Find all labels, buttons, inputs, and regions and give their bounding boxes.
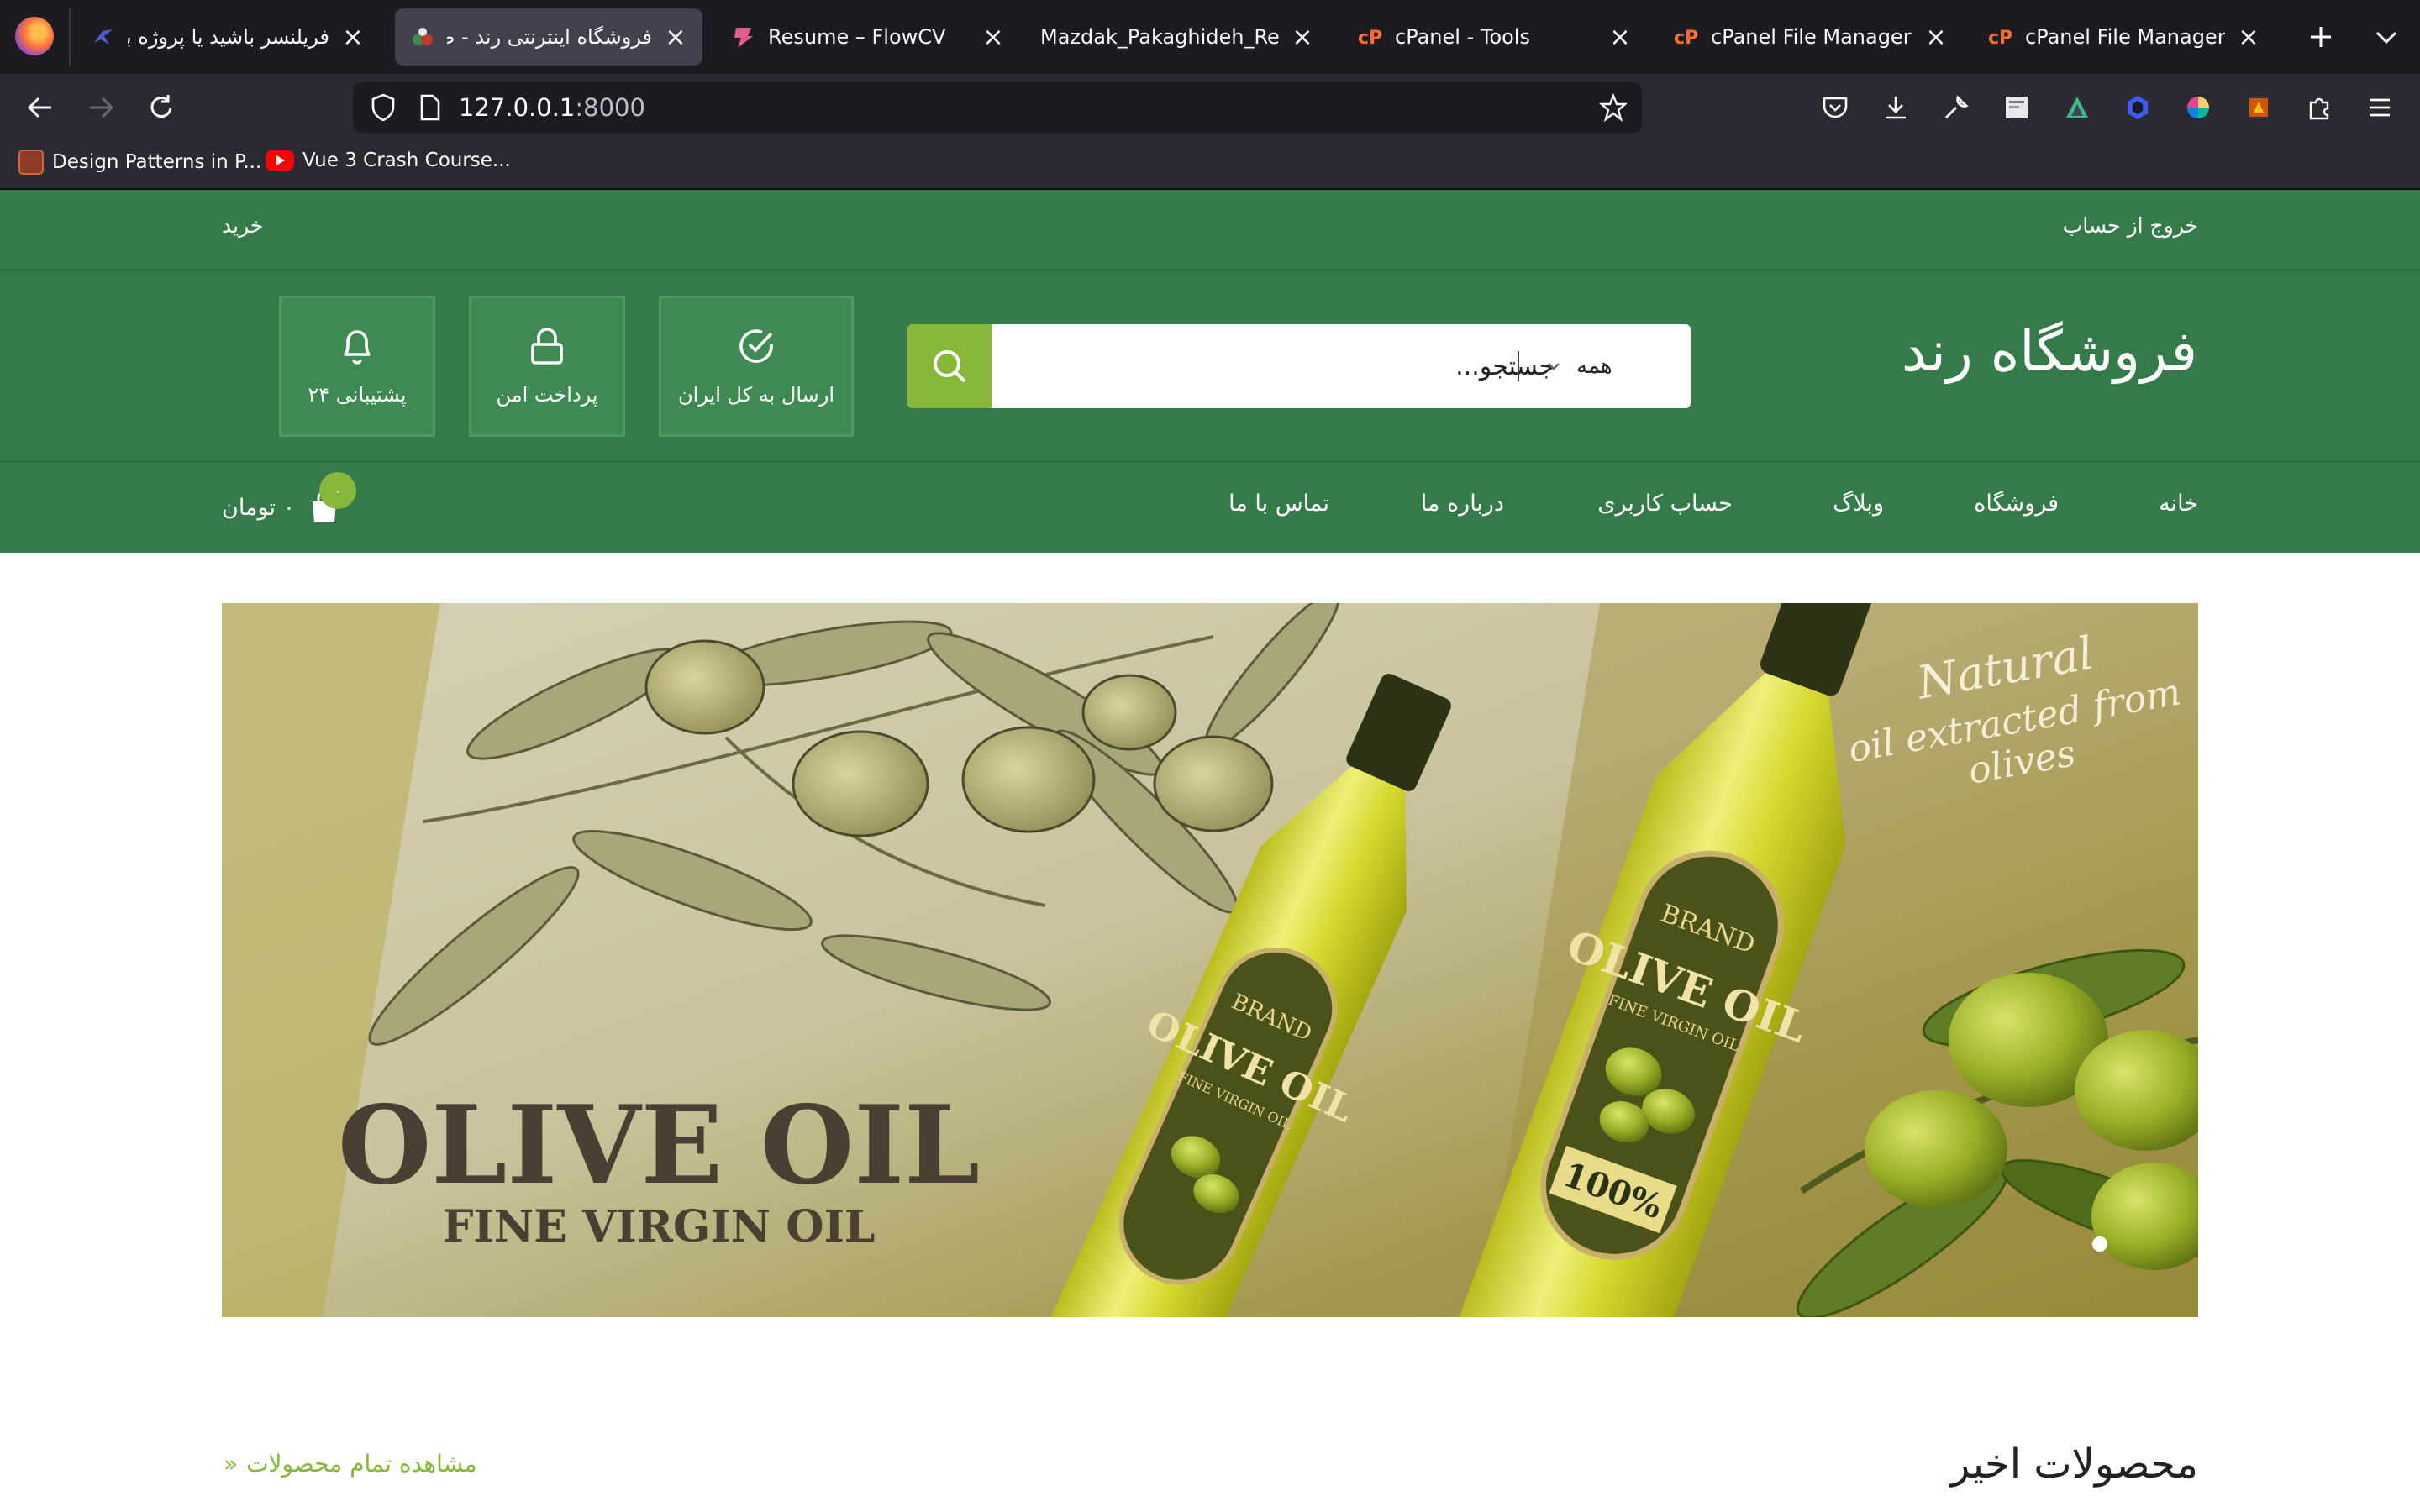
extension-flame-icon[interactable] xyxy=(2244,92,2274,123)
tab-flowcv[interactable]: Resume – FlowCV × xyxy=(716,8,1020,66)
url-host: 127.0.0.1 xyxy=(459,93,576,122)
color-picker-icon[interactable] xyxy=(2183,92,2213,123)
feature-secure-payment: پرداخت امن xyxy=(469,296,625,437)
nav-blog[interactable]: وبلاگ xyxy=(1833,491,1884,517)
shop-link[interactable]: خرید xyxy=(222,213,263,238)
bell-icon xyxy=(344,330,371,365)
extension-tree-icon[interactable] xyxy=(2062,92,2092,123)
nav-shop[interactable]: فروشگاه xyxy=(1974,491,2059,517)
extension-hexagon-icon[interactable] xyxy=(2123,92,2153,123)
banner-image: BRAND OLIVE OIL FINE VIRGIN OIL BRAND OL… xyxy=(222,603,2198,1317)
cpanel-favicon-icon: cP xyxy=(1358,24,1383,50)
nav-about[interactable]: درباره ما xyxy=(1421,491,1504,517)
list-tabs-chevron-down-icon[interactable] xyxy=(2366,17,2407,57)
extensions-puzzle-icon[interactable] xyxy=(2304,92,2334,123)
bookmark-favicon-icon xyxy=(18,150,44,175)
firefox-view-icon[interactable] xyxy=(15,17,54,55)
close-tab-icon[interactable]: × xyxy=(1608,23,1632,52)
tab-freelancer[interactable]: فریلنسر باشید یا پروژه برون‌سپا × xyxy=(76,8,380,66)
tab-title: Mazdak_Pakaghideh_Resume xyxy=(1040,25,1279,49)
bookmark-star-icon[interactable] xyxy=(1593,87,1634,128)
tab-rand-shop[interactable]: فروشگاه اینترنتی رند - صفحه ا × xyxy=(395,8,702,66)
search-divider xyxy=(1518,351,1519,381)
back-arrow-icon[interactable] xyxy=(20,87,60,128)
hamburger-menu-icon[interactable] xyxy=(2365,92,2395,123)
wrench-icon[interactable] xyxy=(1941,92,1971,123)
tab-title: فریلنسر باشید یا پروژه برون‌سپا xyxy=(128,25,329,49)
slider-dot[interactable] xyxy=(2092,1236,2107,1252)
page-icon[interactable] xyxy=(410,87,450,128)
cart-count-badge: ۰ xyxy=(319,472,356,509)
feature-nationwide-shipping: ارسال به کل ایران xyxy=(659,296,854,437)
close-tab-icon[interactable]: × xyxy=(981,23,1005,52)
feature-support-24: پشتیبانی ۲۴ xyxy=(279,296,435,437)
tab-separator xyxy=(69,8,71,66)
bookmark-vue-crash-course[interactable]: Vue 3 Crash Course... xyxy=(266,150,511,171)
search-box: همه xyxy=(908,324,1691,408)
close-tab-icon[interactable]: × xyxy=(341,23,365,52)
feature-label: پرداخت امن xyxy=(496,383,598,407)
banner-subline: FINE VIRGIN OIL xyxy=(443,1201,876,1252)
youtube-icon xyxy=(266,150,294,171)
tab-cpanel-file-manager[interactable]: cP cPanel File Manager v3 × xyxy=(1659,8,1963,66)
tab-resume-pdf[interactable]: Mazdak_Pakaghideh_Resume × xyxy=(1025,8,1329,66)
search-icon xyxy=(934,350,966,383)
search-input[interactable] xyxy=(1000,344,1555,388)
tab-cpanel-file-manager-2[interactable]: cP cPanel File Manager v3 - × xyxy=(1973,8,2275,66)
svg-text:cP: cP xyxy=(1988,28,2012,49)
bookmark-label: Vue 3 Crash Course... xyxy=(302,150,511,171)
double-chevron-icon: » xyxy=(224,1450,239,1478)
view-all-products-link[interactable]: » مشاهده تمام محصولات xyxy=(224,1450,477,1478)
lock-icon xyxy=(531,328,563,365)
close-tab-icon[interactable]: × xyxy=(664,23,687,52)
recent-products-title: محصولات اخیر xyxy=(1950,1441,2198,1488)
tab-title: cPanel File Manager v3 xyxy=(1711,25,1912,49)
extension-page-icon[interactable] xyxy=(2002,92,2032,123)
nav-contact[interactable]: تماس با ما xyxy=(1228,491,1329,517)
svg-text:cP: cP xyxy=(1358,28,1382,49)
reload-icon[interactable] xyxy=(141,87,182,128)
pocket-icon[interactable] xyxy=(1820,92,1850,123)
hero-slider[interactable]: BRAND OLIVE OIL FINE VIRGIN OIL BRAND OL… xyxy=(222,603,2198,1317)
close-tab-icon[interactable]: × xyxy=(1291,23,1314,52)
tab-title: cPanel File Manager v3 - xyxy=(2025,25,2225,49)
logout-link[interactable]: خروج از حساب xyxy=(2063,213,2198,238)
banner-headline: OLIVE OIL xyxy=(338,1083,980,1209)
tab-title: Resume – FlowCV xyxy=(768,25,946,49)
close-tab-icon[interactable]: × xyxy=(2237,23,2260,52)
shop-favicon-icon xyxy=(410,24,435,50)
forward-arrow-icon[interactable] xyxy=(81,87,121,128)
cart-total: ۰ تومان xyxy=(222,494,296,521)
downloads-icon[interactable] xyxy=(1881,92,1911,123)
nav-home[interactable]: خانه xyxy=(2159,491,2198,517)
category-select[interactable]: همه xyxy=(1546,346,1612,386)
cpanel-favicon-icon: cP xyxy=(1988,24,2013,50)
new-tab-icon[interactable] xyxy=(2301,17,2341,57)
url-port: :8000 xyxy=(575,93,645,122)
svg-text:cP: cP xyxy=(1674,28,1698,49)
flowcv-favicon-icon xyxy=(731,24,756,50)
site-logo[interactable]: فروشگاه رند xyxy=(1902,319,2197,384)
chevron-down-icon xyxy=(1548,363,1560,370)
cpanel-favicon-icon: cP xyxy=(1674,24,1699,50)
bookmark-label: Design Patterns in P... xyxy=(52,151,262,173)
freelancer-favicon-icon xyxy=(91,24,116,50)
url-text[interactable]: 127.0.0.1:8000 xyxy=(459,91,645,124)
shield-icon[interactable] xyxy=(363,87,403,128)
close-tab-icon[interactable]: × xyxy=(1924,23,1948,52)
category-select-value: همه xyxy=(1576,354,1612,379)
view-all-label: مشاهده تمام محصولات xyxy=(246,1450,477,1478)
check-circle-icon xyxy=(739,329,773,363)
feature-label: ارسال به کل ایران xyxy=(677,383,835,407)
site-top-bar xyxy=(0,190,2420,270)
search-button[interactable] xyxy=(908,324,992,408)
tab-title: cPanel - Tools xyxy=(1395,25,1530,49)
feature-label: پشتیبانی ۲۴ xyxy=(308,383,407,407)
nav-account[interactable]: حساب کاربری xyxy=(1597,491,1733,517)
tab-title: فروشگاه اینترنتی رند - صفحه ا xyxy=(447,25,652,49)
bookmark-design-patterns[interactable]: Design Patterns in P... xyxy=(18,150,261,175)
tab-cpanel-tools[interactable]: cP cPanel - Tools × xyxy=(1343,8,1647,66)
